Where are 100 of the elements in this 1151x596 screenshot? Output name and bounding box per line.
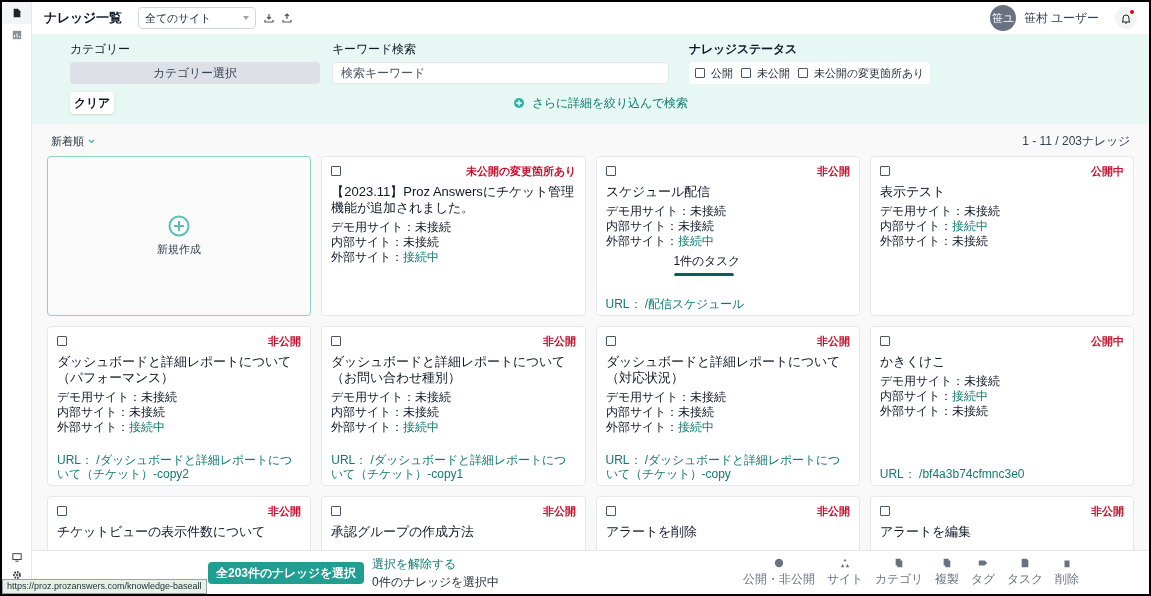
knowledge-card[interactable]: 非公開 アラートを削除 <box>595 496 860 550</box>
status-label: 非公開 <box>816 334 850 349</box>
card-title: ダッシュボードと詳細レポートについて（対応状況） <box>605 353 841 386</box>
globe-icon <box>774 557 784 568</box>
copy-icon <box>942 557 952 568</box>
copy-icon <box>894 557 904 568</box>
card-title: アラートを編集 <box>879 523 972 540</box>
checkbox[interactable] <box>695 68 705 78</box>
knowledge-card[interactable]: 非公開 ダッシュボードと詳細レポートについて（対応状況） デモ用サイト：未接続 内部サイト：未接続 外部サイト：接続中 URL： /ダッシュボードと詳細レポートについて（チケット）-copy <box>595 326 860 486</box>
url-link[interactable]: URL： /配信スケジュール <box>605 297 850 311</box>
field-label: カテゴリー <box>70 41 131 58</box>
site-status: 外部サイト：接続中 <box>57 419 166 434</box>
sidebar-item[interactable] <box>2 2 31 24</box>
site-status: 外部サイト：接続中 <box>605 233 715 248</box>
keyword-search-field[interactable]: 検索キーワード <box>332 62 669 84</box>
chart-icon <box>11 30 22 40</box>
checkbox[interactable] <box>879 506 890 517</box>
field-label: キーワード検索 <box>332 41 417 58</box>
site-status: デモ用サイト：未接続 <box>879 203 1001 218</box>
checkbox[interactable] <box>331 506 342 517</box>
checkbox-label: 未公開 <box>757 65 790 81</box>
site-status: デモ用サイト：未接続 <box>605 203 727 218</box>
checkbox[interactable] <box>331 166 342 177</box>
knowledge-card[interactable]: 非公開 ダッシュボードと詳細レポートについて（パフォーマンス） デモ用サイト：未接続 内部サイト：未接続 外部サイト：接続中 URL： /ダッシュボードと詳細レポートについて（チケット）-copy2 <box>47 326 312 486</box>
knowledge-card[interactable]: 公開中 表示テスト デモ用サイト：未接続 内部サイト：接続中 外部サイト：未接続 <box>869 156 1134 316</box>
knowledge-card[interactable]: 未公開の変更箇所あり 【2023.11】Proz Answersにチケット管理機能が追加されました。 デモ用サイト：未接続 内部サイト：未接続 外部サイト：接続中 <box>321 156 586 316</box>
advanced-search-link[interactable]: さらに詳細を絞り込んで検索 <box>532 94 688 112</box>
knowledge-card[interactable]: 非公開 スケジュール配信 デモ用サイト：未接続 内部サイト：未接続 外部サイト：接続中 1件のタスク URL： /配信スケジュール <box>595 156 860 316</box>
site-status: 外部サイト：接続中 <box>605 419 715 434</box>
status-label: 非公開 <box>1091 504 1124 519</box>
result-count: 1 - 11 / 203ナレッジ <box>1022 133 1130 150</box>
new-knowledge-card[interactable]: 新規作成 <box>47 156 312 316</box>
checkbox[interactable] <box>605 166 616 177</box>
chevron-down-icon <box>88 138 95 144</box>
site-status: 内部サイト：未接続 <box>605 218 715 233</box>
checkbox[interactable] <box>331 336 342 347</box>
checkbox[interactable] <box>879 336 890 347</box>
knowledge-card[interactable]: 非公開 承認グループの作成方法 <box>321 496 586 550</box>
site-status: 内部サイト：接続中 <box>879 388 989 403</box>
user-avatar[interactable]: 笹ユ <box>989 5 1016 31</box>
site-status: デモ用サイト：未接続 <box>879 373 1001 388</box>
url-link[interactable]: URL： /ダッシュボードと詳細レポートについて（チケット）-copy2 <box>57 453 302 481</box>
url-link[interactable]: URL： /ダッシュボードと詳細レポートについて（チケット）-copy <box>605 453 850 481</box>
task-progress-bar <box>673 272 734 276</box>
upload-icon[interactable] <box>282 13 292 23</box>
plus-circle-icon <box>514 98 524 108</box>
document-icon <box>11 8 22 18</box>
knowledge-card[interactable]: 公開中 かきくけこ デモ用サイト：未接続 内部サイト：接続中 外部サイト：未接続 URL： /bf4a3b74cfmnc3e0 <box>869 326 1134 486</box>
user-name[interactable]: 笹村 ユーザー <box>1023 9 1099 27</box>
selected-count: 0件のナレッジを選択中 <box>372 573 499 591</box>
notification-button[interactable] <box>1115 7 1137 29</box>
site-status: 内部サイト：接続中 <box>879 218 989 233</box>
card-title: スケジュール配信 <box>605 183 711 200</box>
checkbox[interactable] <box>605 336 616 347</box>
sitemap-icon <box>840 557 850 568</box>
site-status: 内部サイト：未接続 <box>331 404 441 419</box>
url-link[interactable]: URL： /ダッシュボードと詳細レポートについて（チケット）-copy1 <box>331 453 576 481</box>
card-title: アラートを削除 <box>605 523 698 540</box>
checkbox-label: 未公開の変更箇所あり <box>814 65 924 81</box>
site-status: 外部サイト：未接続 <box>879 403 989 418</box>
download-icon[interactable] <box>264 13 274 23</box>
field-label: ナレッジステータス <box>689 41 798 58</box>
knowledge-card[interactable]: 非公開 チケットビューの表示件数について <box>47 496 312 550</box>
task-count: 1件のタスク <box>673 252 741 270</box>
site-status: 内部サイト：未接続 <box>331 234 441 249</box>
checkbox-label: 公開 <box>711 65 733 81</box>
status-label: 未公開の変更箇所あり <box>465 164 576 179</box>
settings-icon[interactable] <box>11 570 22 580</box>
deselect-link[interactable]: 選択を解除する <box>372 554 499 573</box>
status-label: 非公開 <box>542 334 576 349</box>
status-label: 非公開 <box>816 164 850 179</box>
card-title: チケットビューの表示件数について <box>57 523 266 540</box>
site-status: デモ用サイト：未接続 <box>331 219 453 234</box>
knowledge-card[interactable]: 非公開 ダッシュボードと詳細レポートについて（お問い合わせ種別） デモ用サイト：未接続 内部サイト：未接続 外部サイト：接続中 URL： /ダッシュボードと詳細レポートについて（チケット）-copy1 <box>321 326 586 486</box>
checkbox[interactable] <box>57 506 67 517</box>
clear-button[interactable]: クリア <box>70 92 114 114</box>
site-status: 外部サイト：接続中 <box>331 419 441 434</box>
card-title: ダッシュボードと詳細レポートについて（パフォーマンス） <box>57 353 292 386</box>
knowledge-card[interactable]: 非公開 アラートを編集 <box>869 496 1134 550</box>
status-label: 非公開 <box>268 504 302 519</box>
status-label: 公開中 <box>1091 164 1124 179</box>
checkbox[interactable] <box>798 68 808 78</box>
checkbox[interactable] <box>57 336 67 347</box>
site-select[interactable]: 全てのサイト <box>138 7 256 29</box>
document-icon <box>1020 557 1030 568</box>
monitor-icon[interactable] <box>11 552 22 562</box>
checkbox[interactable] <box>605 506 616 517</box>
category-select-button[interactable]: カテゴリー選択 <box>70 62 320 84</box>
checkbox[interactable] <box>879 166 890 177</box>
caret-icon <box>243 16 249 20</box>
sort-dropdown[interactable]: 新着順 <box>51 132 95 150</box>
status-label: 非公開 <box>816 504 850 519</box>
checkbox[interactable] <box>741 68 751 78</box>
site-status: 外部サイト：未接続 <box>879 233 989 248</box>
status-label: 非公開 <box>542 504 576 519</box>
site-status: デモ用サイト：未接続 <box>605 389 727 404</box>
card-title: かきくけこ <box>879 353 946 370</box>
page-title: ナレッジ一覧 <box>44 9 122 28</box>
status-label: 公開中 <box>1091 334 1124 349</box>
url-link[interactable]: URL： /bf4a3b74cfmnc3e0 <box>879 467 1124 481</box>
